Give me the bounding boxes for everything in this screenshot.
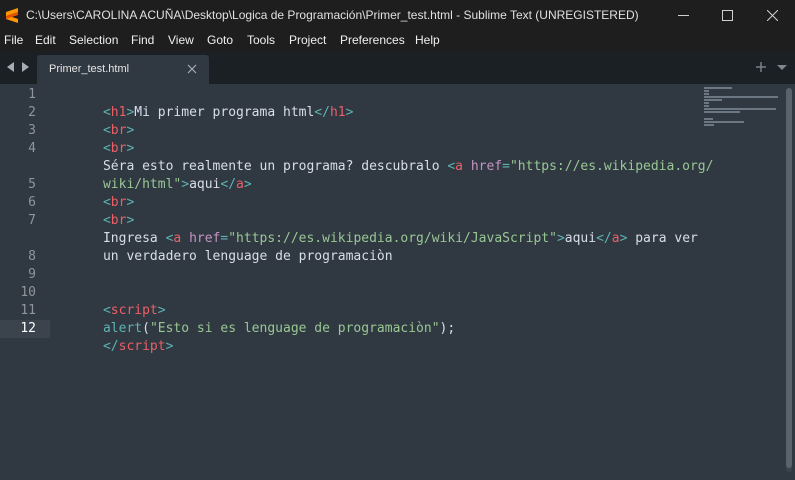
menu-help[interactable]: Help	[415, 33, 440, 47]
tab-bar: Primer_test.html	[0, 51, 795, 84]
line-number: 5	[28, 177, 36, 192]
editor-area[interactable]: 1 2 3 4 5 6 7 8 9 10 11 12 <h1>Mi primer…	[0, 84, 795, 480]
code-line-11: alert("Esto si es lenguage de programaci…	[102, 321, 456, 336]
maximize-icon	[721, 9, 733, 21]
minimap[interactable]	[704, 86, 784, 126]
minimap-line	[704, 111, 740, 113]
scrollbar-thumb[interactable]	[786, 88, 792, 468]
menu-file[interactable]: File	[4, 33, 23, 47]
close-button[interactable]	[750, 3, 794, 27]
minimize-icon	[677, 14, 689, 16]
sublime-text-icon	[6, 8, 18, 23]
minimap-line	[704, 102, 709, 104]
code-line-4: Séra esto realmente un programa? descubr…	[102, 159, 714, 174]
line-number-active: 12	[20, 321, 36, 336]
code-line-10: <script>	[102, 303, 166, 318]
tab-primer-test[interactable]: Primer_test.html	[37, 55, 209, 84]
minimap-line	[704, 90, 709, 92]
window-title: C:\Users\CAROLINA ACUÑA\Desktop\Logica d…	[26, 8, 639, 22]
menu-tools[interactable]: Tools	[247, 33, 275, 47]
minimap-line	[704, 105, 709, 107]
line-number: 2	[28, 105, 36, 120]
line-number: 8	[28, 249, 36, 264]
minimap-line	[704, 124, 714, 126]
minimap-line	[704, 93, 709, 95]
triangle-right-icon[interactable]	[19, 61, 31, 73]
minimap-line	[704, 99, 722, 101]
code-line-7-wrapped: un verdadero lenguage de programaciòn	[102, 249, 393, 264]
triangle-left-icon[interactable]	[5, 61, 17, 73]
menu-find[interactable]: Find	[131, 33, 154, 47]
minimap-line	[704, 96, 778, 98]
close-icon	[766, 9, 778, 21]
code-line-1: <h1>Mi primer programa html</h1>	[102, 105, 354, 120]
tab-label: Primer_test.html	[49, 63, 130, 75]
code-line-2: <br>	[102, 123, 135, 138]
menu-bar: File Edit Selection Find View Goto Tools…	[0, 30, 795, 51]
vertical-scrollbar[interactable]	[786, 88, 792, 472]
line-number: 4	[28, 141, 36, 156]
code-line-7: Ingresa <a href="https://es.wikipedia.or…	[102, 231, 698, 246]
minimap-line	[704, 87, 732, 89]
code-content[interactable]: <h1>Mi primer programa html</h1> <br> <b…	[56, 84, 714, 354]
menu-preferences[interactable]: Preferences	[340, 33, 405, 47]
plus-icon[interactable]	[755, 61, 767, 73]
line-number: 1	[28, 87, 36, 102]
line-number-gutter: 1 2 3 4 5 6 7 8 9 10 11 12	[0, 84, 50, 480]
title-bar: C:\Users\CAROLINA ACUÑA\Desktop\Logica d…	[0, 0, 795, 30]
menu-goto[interactable]: Goto	[207, 33, 233, 47]
code-line-5: <br>	[102, 195, 135, 210]
line-number: 10	[20, 285, 36, 300]
menu-selection[interactable]: Selection	[69, 33, 118, 47]
chevron-down-icon[interactable]	[776, 61, 788, 73]
line-number: 11	[20, 303, 36, 318]
code-line-4-wrapped: wiki/html">aqui</a>	[102, 177, 252, 192]
menu-view[interactable]: View	[168, 33, 194, 47]
line-number: 9	[28, 267, 36, 282]
menu-edit[interactable]: Edit	[35, 33, 56, 47]
minimize-button[interactable]	[661, 3, 705, 27]
code-line-3: <br>	[102, 141, 135, 156]
minimap-line	[704, 108, 776, 110]
minimap-line	[704, 121, 744, 123]
menu-project[interactable]: Project	[289, 33, 326, 47]
line-number: 7	[28, 213, 36, 228]
line-number: 3	[28, 123, 36, 138]
code-line-6: <br>	[102, 213, 135, 228]
minimap-line	[704, 118, 713, 120]
code-line-12: </script>	[102, 339, 174, 354]
close-icon[interactable]	[187, 64, 197, 74]
line-number: 6	[28, 195, 36, 210]
maximize-button[interactable]	[705, 3, 749, 27]
